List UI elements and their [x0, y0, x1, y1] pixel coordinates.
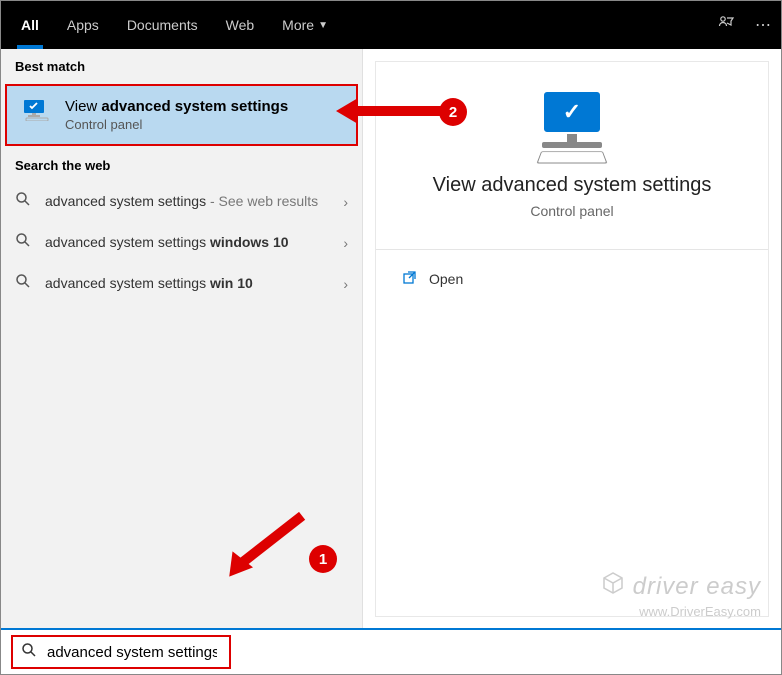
- search-icon: [15, 191, 33, 212]
- search-icon: [21, 642, 37, 663]
- tab-more[interactable]: More▼: [268, 1, 342, 49]
- chevron-right-icon: ›: [343, 194, 348, 210]
- open-action[interactable]: Open: [376, 250, 768, 308]
- control-panel-icon: [21, 98, 53, 122]
- web-result-2[interactable]: advanced system settings win 10 ›: [1, 263, 362, 304]
- web-result-1[interactable]: advanced system settings windows 10 ›: [1, 222, 362, 263]
- watermark-url: www.DriverEasy.com: [599, 604, 761, 619]
- web-result-text: advanced system settings - See web resul…: [45, 192, 331, 210]
- search-web-header: Search the web: [1, 148, 362, 181]
- more-options-icon[interactable]: ⋯: [755, 15, 771, 35]
- detail-subtitle: Control panel: [530, 203, 613, 219]
- open-label: Open: [429, 271, 463, 287]
- search-icon: [15, 232, 33, 253]
- tab-apps[interactable]: Apps: [53, 1, 113, 49]
- filter-tabs: All Apps Documents Web More▼: [7, 1, 342, 49]
- topbar-right-controls: ⋯: [717, 14, 771, 37]
- search-input-wrap[interactable]: [11, 635, 231, 669]
- tab-documents[interactable]: Documents: [113, 1, 212, 49]
- tab-web[interactable]: Web: [212, 1, 269, 49]
- chevron-right-icon: ›: [343, 235, 348, 251]
- feedback-icon[interactable]: [717, 14, 735, 37]
- search-bar: [1, 628, 781, 674]
- chevron-down-icon: ▼: [318, 20, 328, 31]
- chevron-right-icon: ›: [343, 276, 348, 292]
- content-area: Best match View advanced system settings…: [1, 49, 781, 629]
- search-icon: [15, 273, 33, 294]
- detail-panel: View advanced system settings Control pa…: [375, 61, 769, 617]
- best-match-result[interactable]: View advanced system settings Control pa…: [5, 84, 358, 146]
- best-match-subtitle: Control panel: [65, 117, 288, 132]
- search-input[interactable]: [47, 644, 217, 661]
- watermark-brand: driver easy: [633, 573, 761, 601]
- web-result-text: advanced system settings windows 10: [45, 233, 331, 251]
- watermark: driver easy www.DriverEasy.com: [599, 569, 761, 619]
- results-panel: Best match View advanced system settings…: [1, 49, 363, 629]
- annotation-badge-2: 2: [439, 98, 467, 126]
- best-match-text: View advanced system settings Control pa…: [65, 98, 288, 132]
- open-icon: [402, 270, 417, 288]
- annotation-badge-1: 1: [309, 545, 337, 573]
- detail-title: View advanced system settings: [433, 174, 712, 197]
- best-match-header: Best match: [1, 49, 362, 82]
- web-result-0[interactable]: advanced system settings - See web resul…: [1, 181, 362, 222]
- best-match-title: View advanced system settings: [65, 98, 288, 115]
- cube-icon: [599, 569, 627, 604]
- web-result-text: advanced system settings win 10: [45, 274, 331, 292]
- top-filter-bar: All Apps Documents Web More▼ ⋯: [1, 1, 781, 49]
- tab-all[interactable]: All: [7, 1, 53, 49]
- detail-icon: [532, 92, 612, 162]
